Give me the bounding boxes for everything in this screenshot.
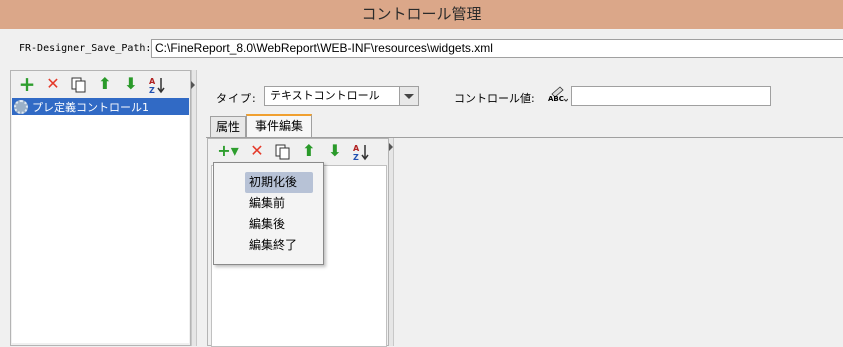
tree-item-label: プレ定義コントロール1 [32,100,149,114]
menu-item-label: 編集前 [249,196,286,210]
widget-list-toolbar: + ✕ ⬆ ⬇ A Z [17,74,173,95]
menu-item-stop-edit[interactable]: 編集終了 [245,235,301,256]
move-down-icon[interactable]: ⬇ [325,141,345,161]
add-event-icon[interactable]: +▾ [215,141,241,161]
add-event-menu: 初期化後 編集前 編集後 編集終了 [213,162,324,265]
widget-list-panel: + ✕ ⬆ ⬇ A Z プレ定義コントロール1 [10,70,191,346]
delete-icon[interactable]: ✕ [43,74,63,94]
main-splitter[interactable] [191,70,197,346]
svg-text:Z: Z [353,153,359,161]
svg-text:A: A [353,144,360,153]
expand-left-icon[interactable] [191,81,195,89]
tab-event-edit-label: 事件編集 [254,119,303,133]
window-titlebar: コントロール管理 [0,0,843,29]
move-up-icon[interactable]: ⬆ [299,141,319,161]
chevron-down-icon[interactable] [399,87,418,105]
copy-icon[interactable] [273,141,293,161]
type-select[interactable]: テキストコントロール [264,86,419,106]
move-up-icon[interactable]: ⬆ [95,74,115,94]
abc-text: ABC [548,95,564,103]
save-path-label: FR-Designer_Save_Path: [19,43,152,54]
svg-text:Z: Z [149,86,155,94]
abc-edit-icon[interactable]: ABC [548,86,569,104]
add-icon[interactable]: + [17,74,37,94]
delete-icon[interactable]: ✕ [247,141,267,161]
save-path-bar: FR-Designer_Save_Path: C:\FineReport_8.0… [0,29,843,65]
svg-text:A: A [149,77,156,86]
save-path-field[interactable]: C:\FineReport_8.0\WebReport\WEB-INF\reso… [151,39,843,58]
sort-az-icon[interactable]: A Z [147,74,167,95]
menu-item-after-edit[interactable]: 編集後 [245,214,289,235]
tab-attributes[interactable]: 属性 [210,116,246,137]
menu-item-after-init[interactable]: 初期化後 [245,172,313,193]
event-splitter[interactable] [389,138,394,346]
window-title: コントロール管理 [361,5,482,23]
copy-icon[interactable] [69,74,89,94]
tab-attributes-label: 属性 [215,120,240,134]
widget-tree[interactable]: プレ定義コントロール1 [12,98,189,343]
menu-item-label: 初期化後 [249,175,298,189]
event-toolbar: +▾ ✕ ⬆ ⬇ A Z [215,141,377,162]
control-value-label: コントロール値: [454,92,535,105]
expand-event-icon[interactable] [389,143,393,151]
menu-item-label: 編集終了 [249,238,298,252]
type-label: タイプ: [216,92,257,105]
gear-icon [14,99,28,114]
tab-event-edit[interactable]: 事件編集 [246,114,312,137]
move-down-icon[interactable]: ⬇ [121,74,141,94]
type-select-value: テキストコントロール [270,89,380,102]
tree-item-predefined-control[interactable]: プレ定義コントロール1 [12,98,189,115]
menu-item-before-edit[interactable]: 編集前 [245,193,289,214]
menu-item-label: 編集後 [249,217,286,231]
control-value-input[interactable] [571,86,771,106]
sort-az-icon[interactable]: A Z [351,141,371,162]
